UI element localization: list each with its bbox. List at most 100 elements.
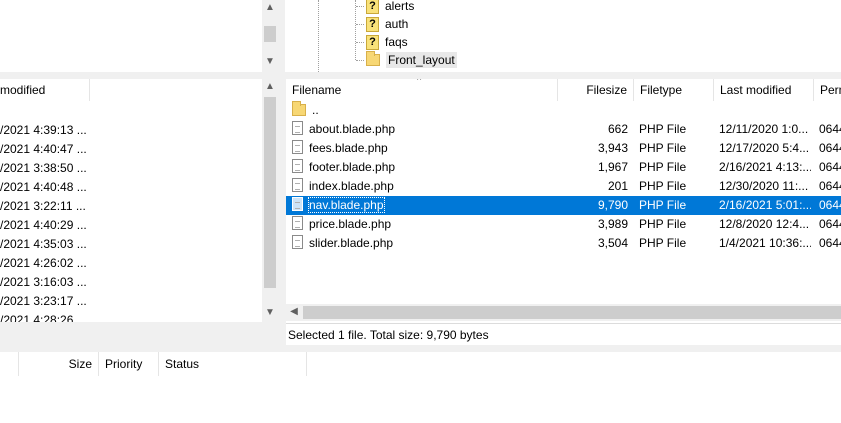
php-file-icon: [292, 159, 303, 173]
scroll-up-icon[interactable]: ▲: [262, 0, 278, 16]
column-header-label: Filesize: [586, 83, 627, 97]
list-item-modified: /2021 4:35:03 ...: [0, 237, 87, 251]
tree-node-auth[interactable]: ? auth: [366, 15, 408, 33]
list-item[interactable]: /2021 3:16:03 ...: [0, 273, 262, 292]
tree-node-label: faqs: [385, 35, 408, 49]
filesize-cell: 3,504: [597, 236, 628, 250]
transfer-queue-list[interactable]: [0, 376, 841, 423]
table-row[interactable]: fees.blade.php 3,943 PHP File 12/17/2020…: [286, 139, 841, 158]
list-item[interactable]: /2021 4:28:26 ...: [0, 311, 262, 322]
permissions-cell: 0644: [819, 141, 841, 155]
tree-guide-line: [356, 60, 364, 61]
filesize-cell: 201: [607, 179, 628, 193]
column-header-filename[interactable]: Filename: [286, 79, 558, 101]
list-item[interactable]: /2021 4:26:02 ...: [0, 254, 262, 273]
remote-status-bar: Selected 1 file. Total size: 9,790 bytes: [286, 323, 841, 345]
table-row[interactable]: about.blade.php 662 PHP File 12/11/2020 …: [286, 120, 841, 139]
column-header-label: Priority: [105, 357, 143, 371]
table-row[interactable]: footer.blade.php 1,967 PHP File 2/16/202…: [286, 158, 841, 177]
scroll-left-icon[interactable]: ◀: [286, 304, 302, 320]
list-item[interactable]: /2021 3:23:17 ...: [0, 292, 262, 311]
table-row[interactable]: price.blade.php 3,989 PHP File 12/8/2020…: [286, 215, 841, 234]
filename-label: index.blade.php: [309, 179, 394, 193]
column-header-priority[interactable]: Priority: [99, 352, 159, 376]
modified-cell: 12/30/2020 11:...: [719, 179, 809, 193]
column-header-permissions[interactable]: Permissions: [814, 79, 841, 101]
filename-cell: ..: [292, 101, 319, 120]
filename-cell: nav.blade.php: [292, 196, 554, 215]
column-header-direction[interactable]: [0, 352, 19, 376]
tree-guide-line: [355, 0, 356, 60]
column-header-last-modified[interactable]: modified: [0, 79, 90, 101]
tree-guide-line: [356, 24, 364, 25]
scroll-thumb[interactable]: [264, 97, 276, 288]
list-item[interactable]: /2021 4:40:47 ...: [0, 140, 262, 159]
permissions-cell: 0644: [819, 179, 841, 193]
column-header-label: Last modified: [720, 83, 792, 97]
modified-cell: 12/11/2020 1:0...: [719, 122, 809, 136]
filetype-cell: PHP File: [639, 179, 687, 193]
tree-node-alerts[interactable]: ? alerts: [366, 0, 414, 15]
list-item[interactable]: /2021 4:40:48 ...: [0, 178, 262, 197]
list-item-modified: /2021 3:38:50 ...: [0, 161, 87, 175]
filetype-cell: PHP File: [639, 198, 687, 212]
tree-node-faqs[interactable]: ? faqs: [366, 33, 408, 51]
table-row-selected[interactable]: nav.blade.php 9,790 PHP File 2/16/2021 5…: [286, 196, 841, 215]
php-file-icon: [292, 235, 303, 249]
tree-guide-line: [356, 6, 364, 7]
filename-label: fees.blade.php: [309, 141, 388, 155]
remote-list-hscrollbar[interactable]: ◀: [286, 304, 841, 321]
filename-label: ..: [312, 103, 319, 117]
local-directory-tree[interactable]: [0, 0, 280, 72]
column-header-filesize[interactable]: Filesize: [558, 79, 634, 101]
column-header-status[interactable]: Status: [159, 352, 307, 376]
filename-label: about.blade.php: [309, 122, 396, 136]
vertical-splitter-bottom[interactable]: [278, 79, 286, 345]
local-file-list[interactable]: modified /2021 4:39:13 ... /2021 4:40:47…: [0, 79, 280, 341]
column-header-size[interactable]: Size: [19, 352, 99, 376]
scroll-up-icon[interactable]: ▲: [262, 79, 278, 95]
scroll-thumb[interactable]: [264, 26, 276, 42]
column-header-label: Filetype: [640, 83, 683, 97]
column-header-last-modified[interactable]: Last modified: [714, 79, 814, 101]
local-status-bar: [0, 322, 280, 345]
column-header-filetype[interactable]: Filetype: [634, 79, 714, 101]
list-item-modified: /2021 3:23:17 ...: [0, 294, 87, 308]
horizontal-splitter-queue[interactable]: [0, 345, 841, 352]
list-item[interactable]: /2021 4:39:13 ...: [0, 121, 262, 140]
filename-label: footer.blade.php: [309, 160, 396, 174]
table-row[interactable]: index.blade.php 201 PHP File 12/30/2020 …: [286, 177, 841, 196]
horizontal-splitter[interactable]: [0, 72, 841, 79]
filetype-cell: PHP File: [639, 141, 687, 155]
list-item-modified: /2021 4:40:48 ...: [0, 180, 87, 194]
folder-icon: [292, 101, 306, 116]
column-header-label: Filename: [292, 83, 342, 97]
filename-cell: slider.blade.php: [292, 234, 554, 253]
unknown-folder-icon: ?: [366, 34, 379, 50]
column-header-label: Status: [165, 357, 200, 371]
list-item[interactable]: /2021 4:35:03 ...: [0, 235, 262, 254]
php-file-icon: [292, 121, 303, 135]
local-list-scrollbar[interactable]: ▲ ▼: [262, 79, 278, 322]
tree-node-label: Front_layout: [386, 52, 457, 68]
scroll-down-icon[interactable]: ▼: [262, 305, 278, 321]
filesize-cell: 1,967: [597, 160, 628, 174]
table-row[interactable]: slider.blade.php 3,504 PHP File 1/4/2021…: [286, 234, 841, 253]
local-tree-scrollbar[interactable]: ▲ ▼: [262, 0, 278, 72]
php-file-icon: [292, 216, 303, 230]
tree-node-front-layout[interactable]: Front_layout: [366, 51, 457, 69]
scroll-down-icon[interactable]: ▼: [262, 54, 278, 70]
permissions-cell: 0644: [819, 236, 841, 250]
unknown-folder-icon: ?: [366, 16, 379, 32]
filetype-cell: PHP File: [639, 160, 687, 174]
filename-cell: footer.blade.php: [292, 158, 554, 177]
list-item[interactable]: /2021 3:38:50 ...: [0, 159, 262, 178]
parent-directory-row[interactable]: ..: [286, 101, 841, 120]
list-item[interactable]: /2021 4:40:29 ...: [0, 216, 262, 235]
list-item-modified: /2021 4:39:13 ...: [0, 123, 87, 137]
scroll-thumb[interactable]: [303, 306, 841, 319]
tree-guide-line: [356, 42, 364, 43]
status-text: Selected 1 file. Total size: 9,790 bytes: [288, 328, 489, 342]
remote-file-list[interactable]: Filename ^ Filesize Filetype Last modifi…: [286, 79, 841, 323]
list-item[interactable]: /2021 3:22:11 ...: [0, 197, 262, 216]
